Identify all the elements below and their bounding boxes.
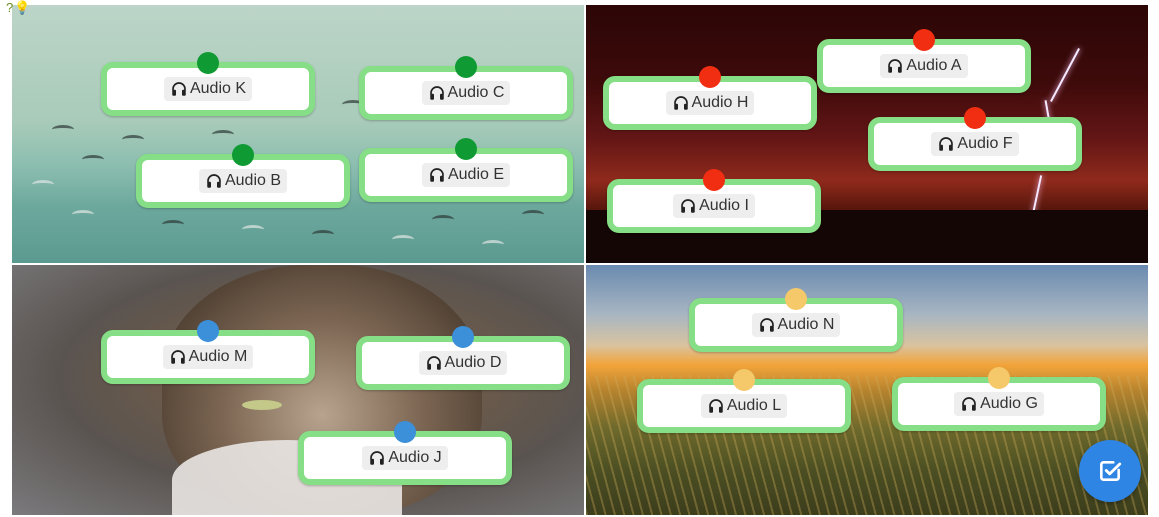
- drag-handle-dot[interactable]: [455, 56, 477, 78]
- audio-label: Audio A: [906, 57, 962, 74]
- drag-handle-dot[interactable]: [703, 169, 725, 191]
- headphones-icon: [370, 451, 385, 465]
- headphones-icon: [709, 399, 723, 413]
- audio-label: Audio G: [980, 395, 1038, 412]
- audio-label: Audio H: [691, 94, 749, 111]
- audio-card-g[interactable]: Audio G: [892, 367, 1106, 431]
- submit-check-button[interactable]: [1079, 440, 1141, 502]
- audio-card-a[interactable]: Audio A: [817, 29, 1031, 93]
- audio-chip[interactable]: Audio A: [880, 54, 968, 78]
- drag-handle-dot[interactable]: [455, 138, 477, 160]
- headphones-icon: [430, 168, 444, 182]
- headphones-icon: [426, 356, 441, 370]
- headphones-icon: [681, 199, 695, 213]
- drag-handle-dot[interactable]: [197, 52, 219, 74]
- audio-card-d[interactable]: Audio D: [356, 326, 570, 390]
- question-icon[interactable]: ?: [6, 0, 13, 15]
- audio-label: Audio K: [189, 80, 247, 97]
- audio-chip[interactable]: Audio M: [162, 345, 254, 369]
- headphones-icon: [429, 86, 444, 100]
- audio-card-h[interactable]: Audio H: [603, 66, 817, 130]
- drag-handle-dot[interactable]: [785, 288, 807, 310]
- audio-label: Audio L: [726, 397, 782, 414]
- drag-handle-dot[interactable]: [988, 367, 1010, 389]
- headphones-icon: [759, 318, 774, 332]
- audio-label: Audio E: [447, 166, 505, 183]
- audio-card-e[interactable]: Audio E: [359, 138, 573, 202]
- audio-card-k[interactable]: Audio K: [101, 52, 315, 116]
- headphones-icon: [962, 397, 976, 411]
- top-help-icons: ?💡: [6, 0, 30, 16]
- drag-handle-dot[interactable]: [452, 326, 474, 348]
- audio-chip[interactable]: Audio L: [700, 394, 788, 418]
- birds-image: [12, 5, 584, 263]
- audio-card-l[interactable]: Audio L: [637, 369, 851, 433]
- drag-handle-dot[interactable]: [394, 421, 416, 443]
- audio-label: Audio I: [699, 197, 749, 214]
- audio-card-m[interactable]: Audio M: [101, 320, 315, 384]
- check-square-icon: [1100, 461, 1122, 481]
- audio-label: Audio N: [777, 316, 835, 333]
- audio-chip[interactable]: Audio B: [198, 169, 288, 193]
- headphones-icon: [673, 96, 688, 110]
- drag-handle-dot[interactable]: [232, 144, 254, 166]
- drag-handle-dot[interactable]: [913, 29, 935, 51]
- audio-chip[interactable]: Audio I: [673, 194, 755, 218]
- drag-handle-dot[interactable]: [733, 369, 755, 391]
- drag-handle-dot[interactable]: [699, 66, 721, 88]
- audio-chip[interactable]: Audio F: [931, 132, 1019, 156]
- headphones-icon: [888, 59, 903, 73]
- audio-chip[interactable]: Audio N: [751, 313, 841, 337]
- audio-card-f[interactable]: Audio F: [868, 107, 1082, 171]
- drag-handle-dot[interactable]: [197, 320, 219, 342]
- lightbulb-icon[interactable]: 💡: [14, 0, 30, 15]
- audio-chip[interactable]: Audio H: [665, 91, 755, 115]
- headphones-icon: [172, 82, 186, 96]
- headphones-icon: [939, 137, 954, 151]
- audio-card-b[interactable]: Audio B: [136, 144, 350, 208]
- audio-label: Audio B: [224, 172, 282, 189]
- audio-label: Audio D: [444, 354, 502, 371]
- headphones-icon: [170, 350, 185, 364]
- audio-label: Audio C: [447, 84, 505, 101]
- audio-card-c[interactable]: Audio C: [359, 56, 573, 120]
- audio-card-i[interactable]: Audio I: [607, 169, 821, 233]
- audio-label: Audio F: [957, 135, 1013, 152]
- audio-card-j[interactable]: Audio J: [298, 421, 512, 485]
- audio-chip[interactable]: Audio G: [954, 392, 1044, 416]
- audio-chip[interactable]: Audio E: [421, 163, 511, 187]
- headphones-icon: [207, 174, 221, 188]
- audio-chip[interactable]: Audio D: [418, 351, 508, 375]
- drag-handle-dot[interactable]: [964, 107, 986, 129]
- audio-chip[interactable]: Audio C: [421, 81, 511, 105]
- audio-chip[interactable]: Audio K: [163, 77, 253, 101]
- audio-label: Audio J: [388, 449, 442, 466]
- audio-chip[interactable]: Audio J: [362, 446, 448, 470]
- audio-label: Audio M: [188, 348, 248, 365]
- audio-card-n[interactable]: Audio N: [689, 288, 903, 352]
